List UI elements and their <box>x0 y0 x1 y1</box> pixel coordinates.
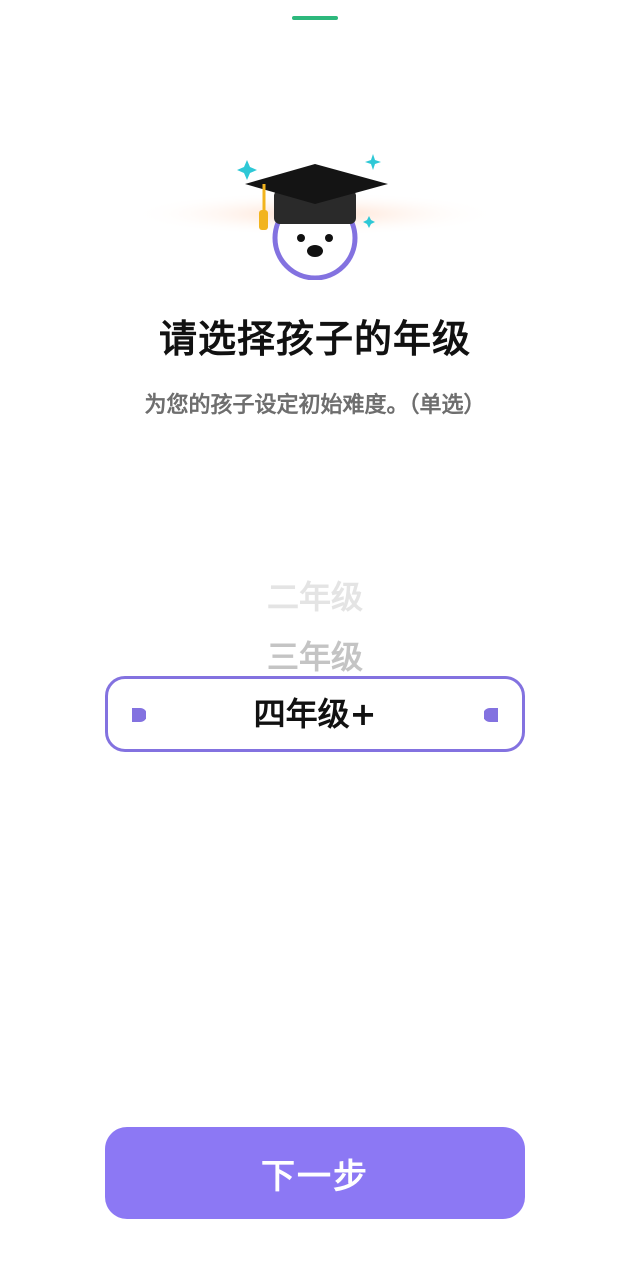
selection-marker-right-icon <box>484 708 498 722</box>
graduation-cap-mascot-icon <box>130 154 500 280</box>
progress-indicator <box>292 16 338 20</box>
page-title: 请选择孩子的年级 <box>158 317 471 361</box>
grade-option-2[interactable]: 二年级 <box>0 572 630 618</box>
next-button[interactable]: 下一步 <box>105 1127 525 1219</box>
grade-option-3[interactable]: 三年级 <box>0 632 630 678</box>
grade-option-selected[interactable]: 四年级+ <box>105 676 525 752</box>
page-subtitle: 为您的孩子设定初始难度。（单选） <box>144 393 486 418</box>
grade-selected-label: 四年级+ <box>253 695 377 733</box>
